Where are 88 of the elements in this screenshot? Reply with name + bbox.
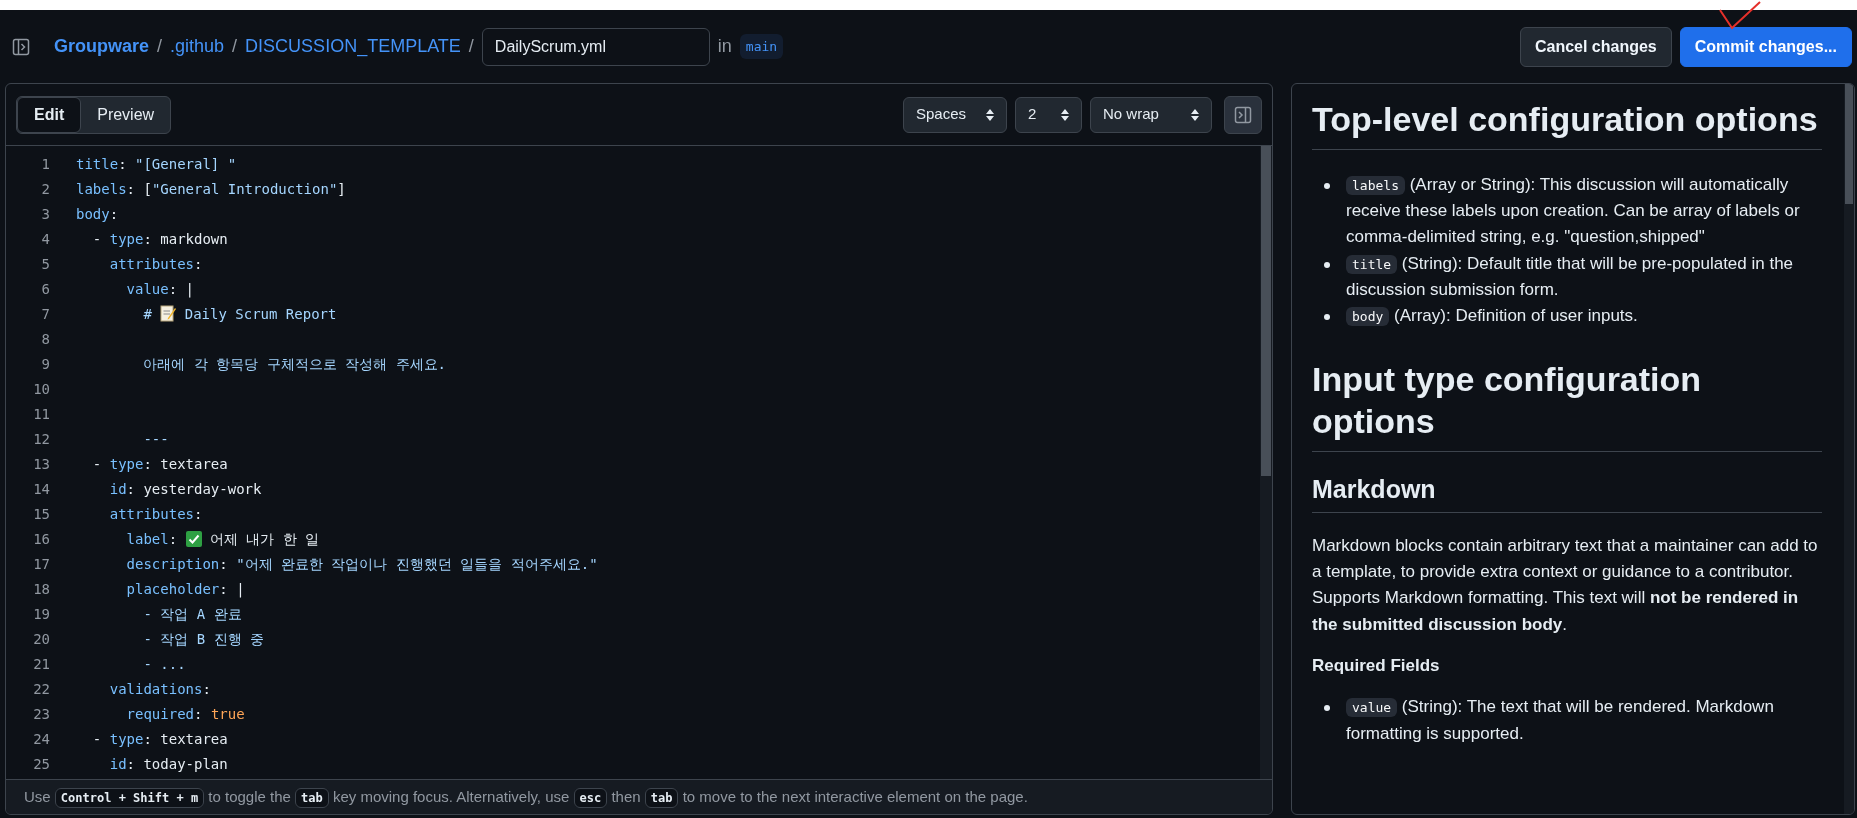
line-number: 9 xyxy=(40,355,50,374)
option-description: body (Array): Definition of user inputs. xyxy=(1346,303,1638,330)
check-mark-icon xyxy=(1718,0,1762,32)
line-number: 23 xyxy=(32,705,50,724)
breadcrumb-link[interactable]: .github xyxy=(170,33,225,60)
line-number: 12 xyxy=(32,430,50,449)
branch-label: main xyxy=(739,33,784,60)
panel-icon xyxy=(1234,105,1252,124)
select-dropdown[interactable]: No wrap xyxy=(1090,96,1212,133)
code-line: label: 어제 내가 한 일 xyxy=(125,530,320,549)
filename-field[interactable]: DailyScrum.yml xyxy=(481,27,710,66)
code-line: title: "[General] " xyxy=(76,155,237,174)
code-line: - ... xyxy=(142,655,186,674)
line-number: 2 xyxy=(40,180,50,199)
line-number: 16 xyxy=(32,530,50,549)
commit-button[interactable]: Commit changes... xyxy=(1679,26,1852,67)
line-number: 10 xyxy=(32,380,50,399)
code-line: labels: ["General Introduction"] xyxy=(76,180,346,199)
tab[interactable]: Edit xyxy=(17,96,82,133)
bullet-icon xyxy=(1324,182,1330,189)
code-line: attributes: xyxy=(108,255,203,274)
code-line: value: | xyxy=(125,280,194,300)
code-line: - 작업 B 진행 중 xyxy=(142,630,264,649)
option-description: title (String): Default title that will be pre-populated in the discussion submission form. xyxy=(1346,252,1795,301)
line-number: 25 xyxy=(32,755,50,774)
code-line: description: "어제 완료한 작업이나 진행했던 일들을 적어주세요." xyxy=(125,555,598,574)
code-line: required: true xyxy=(125,705,245,724)
doc-subheading: Required Fields xyxy=(1312,655,1441,677)
select-dropdown[interactable]: 2 xyxy=(1015,96,1082,133)
scrollbar[interactable] xyxy=(1260,146,1272,779)
code-line: - type: textarea xyxy=(91,455,228,474)
doc-heading: Input type configuration options xyxy=(1312,357,1822,452)
line-number: 21 xyxy=(32,655,50,674)
line-number: 3 xyxy=(40,205,50,224)
bullet-icon xyxy=(1324,261,1330,268)
code-line: attributes: xyxy=(108,505,203,524)
breadcrumb-separator: / xyxy=(232,35,238,58)
breadcrumb-link[interactable]: DISCUSSION_TEMPLATE xyxy=(245,33,461,60)
select-dropdown[interactable]: Spaces xyxy=(903,96,1007,133)
code-line: validations: xyxy=(108,680,211,699)
line-number: 19 xyxy=(32,605,50,624)
line-number: 8 xyxy=(40,330,50,349)
scrollbar[interactable] xyxy=(1844,84,1854,814)
breadcrumb-separator: / xyxy=(468,35,474,58)
code-line: - 작업 A 완료 xyxy=(142,605,242,624)
line-number: 6 xyxy=(40,280,50,299)
line-number: 1 xyxy=(40,155,50,174)
breadcrumb-link[interactable]: Groupware xyxy=(54,33,150,60)
code-line: --- xyxy=(142,430,169,449)
line-number: 5 xyxy=(40,255,50,274)
updown-caret-icon xyxy=(1061,108,1069,121)
memo-icon xyxy=(160,304,177,322)
tab[interactable]: Preview xyxy=(81,96,171,133)
code-line: body: xyxy=(76,205,119,224)
check-box-icon xyxy=(185,531,202,547)
line-number: 11 xyxy=(32,405,50,424)
line-number: 15 xyxy=(32,505,50,524)
doc-paragraph: Markdown blocks contain arbitrary text that a maintainer can add to a template, to provide extra context or guidance to a contributor. Supports Markdown formatting. This text will not be rendered in the submitted discussion body. xyxy=(1312,534,1819,636)
line-number: 7 xyxy=(40,305,50,324)
line-number: 20 xyxy=(32,630,50,649)
bullet-icon xyxy=(1324,314,1330,321)
line-number: 17 xyxy=(32,555,50,574)
line-number: 13 xyxy=(32,455,50,474)
doc-heading: Markdown xyxy=(1312,473,1822,513)
panel-toggle-button[interactable] xyxy=(1224,95,1262,134)
line-number: 18 xyxy=(32,580,50,599)
code-line: id: today-plan xyxy=(108,755,228,774)
code-line: id: yesterday-work xyxy=(108,480,262,499)
keyboard-hint: Use Control + Shift + m to toggle the tab key moving focus. Alternatively, use esc then tab to move to the next interactive element on the page. xyxy=(24,785,1028,809)
code-line: - type: markdown xyxy=(91,230,228,249)
bullet-icon xyxy=(1324,705,1330,712)
code-line: # Daily Scrum Report xyxy=(142,303,337,324)
updown-caret-icon xyxy=(986,108,994,121)
doc-heading: Top-level configuration options xyxy=(1312,98,1822,150)
breadcrumb-separator: / xyxy=(157,35,163,58)
line-number: 24 xyxy=(32,730,50,749)
code-line: - type: textarea xyxy=(91,730,228,749)
line-number: 22 xyxy=(32,680,50,699)
in-label: in xyxy=(717,35,732,58)
option-description: labels (Array or String): This discussion will automatically receive these labels upon creation. Can be array of labels or comma-delimited string, e.g. "question,shipped" xyxy=(1346,173,1801,249)
line-number: 14 xyxy=(32,480,50,499)
cancel-button[interactable]: Cancel changes xyxy=(1519,26,1672,67)
code-line: 아래에 각 항목당 구체적으로 작성해 주세요. xyxy=(142,355,446,374)
option-description: value (String): The text that will be rendered. Markdown formatting is supported. xyxy=(1346,696,1775,745)
sidebar-toggle-icon[interactable] xyxy=(12,37,30,56)
code-line: placeholder: | xyxy=(125,580,245,600)
updown-caret-icon xyxy=(1191,108,1199,121)
line-number: 4 xyxy=(40,230,50,249)
